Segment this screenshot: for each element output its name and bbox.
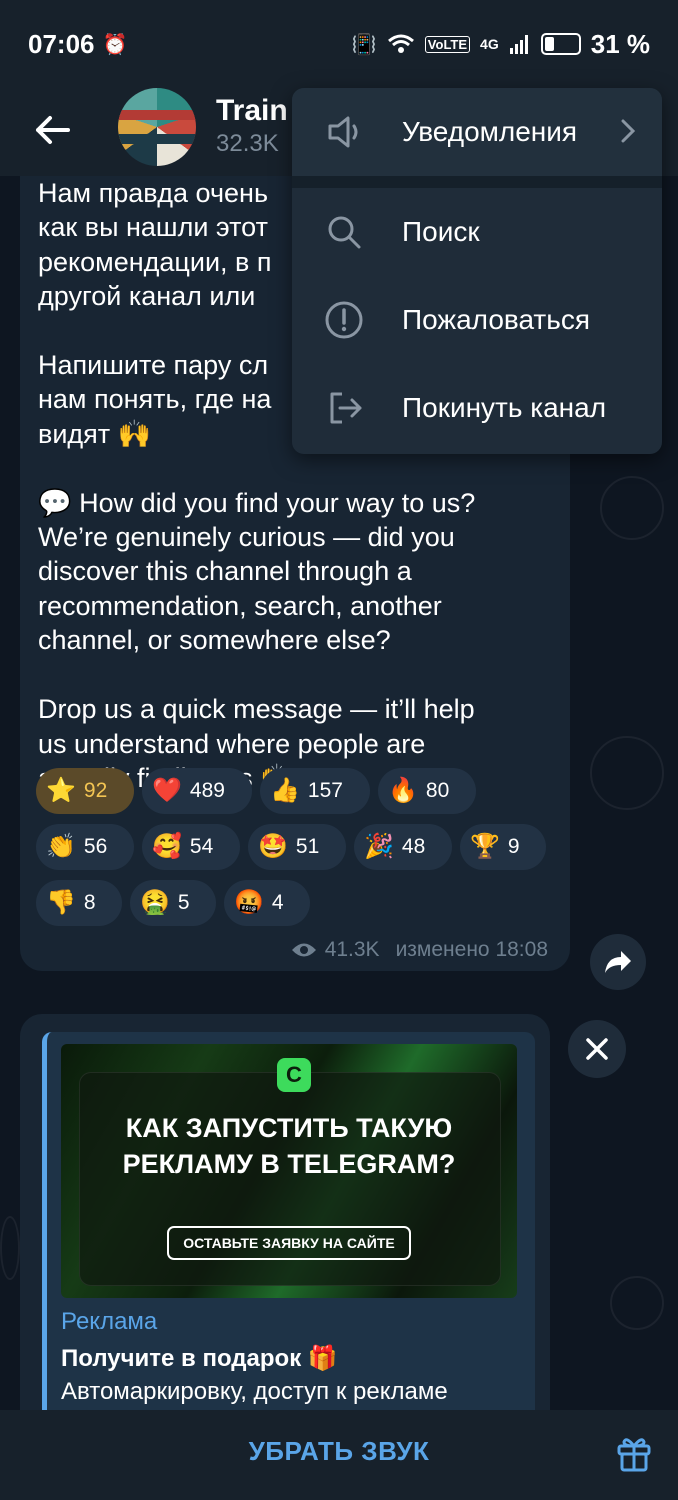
reaction-party[interactable]: 🎉 48 [354, 824, 452, 870]
reaction-vomit[interactable]: 🤮 5 [130, 880, 216, 926]
reaction-star-struck[interactable]: 🤩 51 [248, 824, 346, 870]
subscriber-count: 32.3K [216, 130, 279, 157]
chevron-right-icon [621, 119, 636, 143]
ad-headline-1: КАК ЗАПУСТИТЬ ТАКУЮ [125, 1113, 453, 1143]
channel-menu: Уведомления Поиск Пожаловаться Покинуть … [292, 88, 662, 454]
signal-icon [509, 35, 528, 54]
channel-avatar[interactable] [118, 88, 196, 166]
ad-label: Реклама [61, 1308, 158, 1335]
ad-logo: C [277, 1058, 311, 1092]
battery-icon [540, 33, 581, 55]
ad-image-cta: ОСТАВЬТЕ ЗАЯВКУ НА САЙТЕ [167, 1226, 411, 1260]
reaction-cursing[interactable]: 🤬 4 [224, 880, 310, 926]
search-icon [328, 216, 361, 249]
views-eye-icon [291, 943, 316, 957]
reaction-smiling-hearts[interactable]: 🥰 54 [142, 824, 240, 870]
bottom-bar: УБРАТЬ ЗВУК [0, 1410, 678, 1500]
battery-percent: 31 % [590, 28, 650, 59]
status-bar: 07:06 ⏰ 📳 VoLTE 4G 31 % [0, 0, 678, 88]
report-icon [325, 301, 363, 339]
ad-headline-2: РЕКЛАМУ В TELEGRAM? [122, 1149, 456, 1179]
menu-item-report[interactable]: Пожаловаться [292, 276, 662, 364]
reaction-thumbs-up[interactable]: 👍 157 [260, 768, 370, 814]
status-time: 07:06 [28, 28, 95, 59]
message-meta: 41.3K изменено 18:08 [291, 938, 548, 962]
reaction-clap[interactable]: 👏 56 [36, 824, 134, 870]
network-type: 4G [480, 36, 499, 52]
view-count: 41.3K [324, 938, 380, 961]
leave-icon [330, 392, 362, 424]
share-arrow-icon [605, 951, 631, 973]
edited-time: изменено 18:08 [395, 938, 548, 961]
menu-item-search[interactable]: Поиск [292, 188, 662, 276]
forward-button[interactable] [590, 934, 646, 990]
channel-title[interactable]: Train [216, 94, 288, 128]
reaction-trophy[interactable]: 🏆 9 [460, 824, 546, 870]
speaker-icon [328, 116, 358, 148]
ad-image[interactable]: C КАК ЗАПУСТИТЬ ТАКУЮ РЕКЛАМУ В TELEGRAM… [61, 1044, 517, 1298]
ad-card[interactable]: C КАК ЗАПУСТИТЬ ТАКУЮ РЕКЛАМУ В TELEGRAM… [42, 1032, 535, 1410]
reaction-fire[interactable]: 🔥 80 [378, 768, 476, 814]
close-ad-button[interactable] [568, 1020, 626, 1078]
close-icon [586, 1038, 608, 1060]
mute-button[interactable]: УБРАТЬ ЗВУК [0, 1436, 678, 1467]
sponsored-message[interactable]: C КАК ЗАПУСТИТЬ ТАКУЮ РЕКЛАМУ В TELEGRAM… [20, 1014, 550, 1410]
alarm-icon: ⏰ [102, 33, 128, 56]
wifi-icon [387, 34, 414, 53]
vibrate-icon: 📳 [351, 33, 377, 56]
volte-icon: VoLTE [424, 35, 471, 53]
menu-item-notifications[interactable]: Уведомления [292, 88, 662, 176]
gift-icon[interactable] [616, 1434, 652, 1472]
reaction-star[interactable]: ⭐ 92 [36, 768, 134, 814]
back-arrow-icon[interactable] [30, 108, 74, 152]
reaction-thumbs-down[interactable]: 👎 8 [36, 880, 122, 926]
menu-item-leave[interactable]: Покинуть канал [292, 364, 662, 452]
ad-text: Автомаркировку, доступ к рекламе [61, 1378, 448, 1405]
ad-title: Получите в подарок 🎁 [61, 1345, 338, 1372]
reaction-heart[interactable]: ❤️ 489 [142, 768, 252, 814]
